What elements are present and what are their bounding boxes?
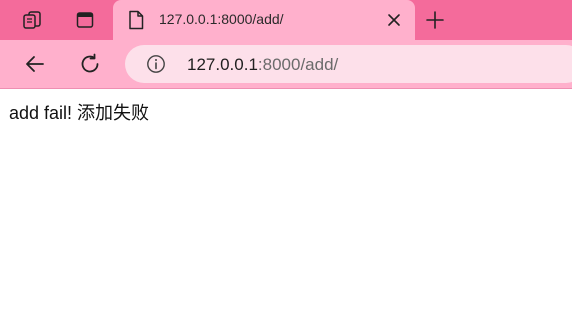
info-icon[interactable] xyxy=(146,54,166,74)
tab-actions-icon[interactable] xyxy=(73,8,97,32)
workspaces-icon[interactable] xyxy=(20,8,44,32)
tab-title: 127.0.0.1:8000/add/ xyxy=(159,11,284,27)
url-host: 127.0.0.1 xyxy=(187,55,258,74)
tab-strip: 127.0.0.1:8000/add/ xyxy=(0,0,572,40)
address-url[interactable]: 127.0.0.1:8000/add/ xyxy=(187,55,338,75)
page-icon xyxy=(127,10,145,30)
page-message: add fail! 添加失败 xyxy=(9,103,150,123)
tab-active[interactable]: 127.0.0.1:8000/add/ xyxy=(113,0,415,40)
url-path: :8000/add/ xyxy=(257,55,339,74)
plus-icon[interactable] xyxy=(423,8,447,32)
navigation-toolbar: 127.0.0.1:8000/add/ xyxy=(0,40,572,89)
address-bar[interactable]: 127.0.0.1:8000/add/ xyxy=(125,45,572,83)
refresh-icon[interactable] xyxy=(77,51,103,77)
close-icon[interactable] xyxy=(384,10,404,30)
back-arrow-icon[interactable] xyxy=(22,51,48,77)
